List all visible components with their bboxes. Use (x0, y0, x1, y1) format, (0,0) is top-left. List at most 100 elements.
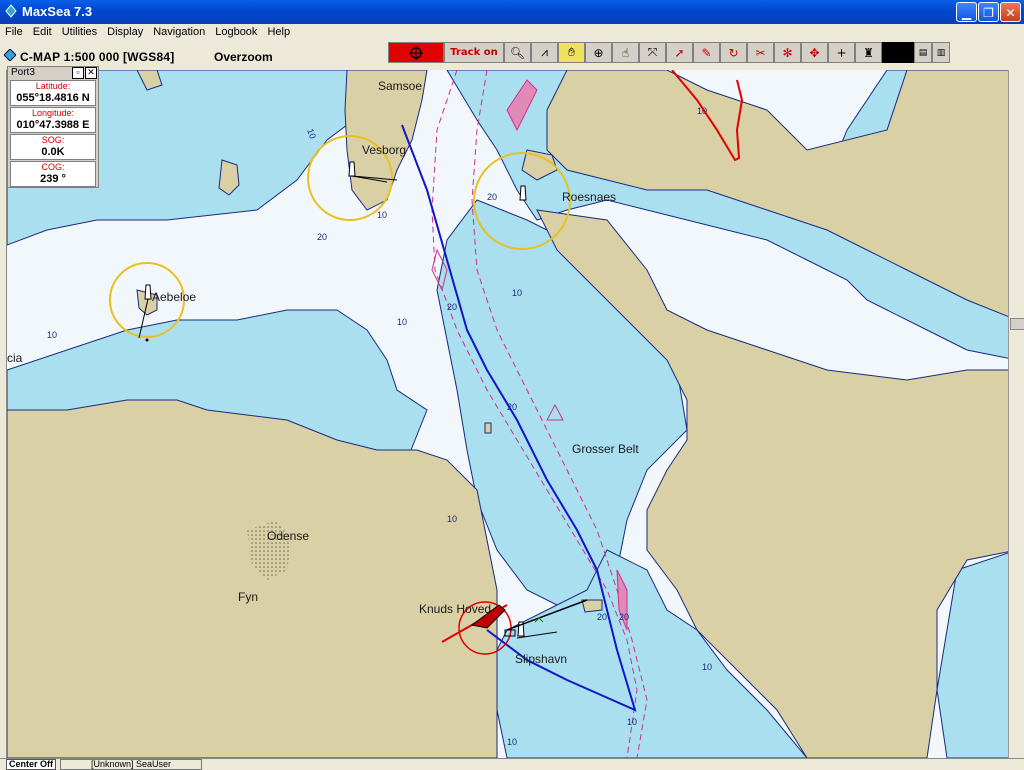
window-list-button[interactable]: ▥ (932, 42, 950, 63)
grab-button[interactable]: ☝︎ (612, 42, 639, 63)
longitude-label: Longitude: (31, 108, 75, 118)
zoom-button[interactable]: 🔍︎ (504, 42, 531, 63)
maxsea-app-icon (5, 4, 17, 18)
cut-button[interactable]: ✂ (747, 42, 774, 63)
pan-button[interactable]: ✋︎ (558, 42, 585, 63)
vertical-scrollbar[interactable] (1008, 70, 1024, 758)
menu-display[interactable]: Display (102, 24, 148, 38)
menu-navigation[interactable]: Navigation (148, 24, 210, 38)
restore-button[interactable]: ❐ (978, 2, 999, 22)
label-roesnaes: Roesnaes (562, 190, 616, 204)
chart-map[interactable]: 10 20 10 10 10 20 20 10 20 10 20 20 10 1… (7, 70, 1017, 758)
fyn-island (7, 399, 498, 758)
vesborg-lighthouse-icon (348, 161, 356, 177)
erase-button[interactable]: ✻ (774, 42, 801, 63)
monitor-icon: ▥ (936, 47, 946, 58)
hand-pointer-icon: ☝︎ (621, 45, 630, 60)
menu-help[interactable]: Help (262, 24, 295, 38)
left-frame-edge (0, 70, 7, 758)
aebelo-lighthouse-icon (144, 284, 152, 300)
cmap-icon (4, 49, 16, 61)
eraser-icon: ✻ (782, 45, 793, 60)
label-grosser-belt: Grosser Belt (572, 442, 639, 456)
label-cia: cia (7, 351, 23, 365)
svg-text:10: 10 (397, 317, 407, 327)
svg-text:10: 10 (702, 662, 712, 672)
svg-text:20: 20 (597, 612, 607, 622)
window-tile-button[interactable]: ▤ (914, 42, 932, 63)
svg-text:10: 10 (377, 210, 387, 220)
user-status: [Unknown] SeaUser (60, 759, 203, 770)
roesnaes-lighthouse-icon (519, 185, 527, 201)
hand-icon: ✋︎ (568, 45, 575, 59)
mob-button[interactable] (388, 42, 444, 63)
pencil-button[interactable]: ✎ (693, 42, 720, 63)
title-bar: MaxSea 7.3 ▁ ❐ ✕ (0, 0, 1024, 24)
sog-label: SOG: (41, 135, 65, 145)
label-slipshavn: Slipshavn (515, 652, 567, 666)
lighthouse-button[interactable]: ♜ (855, 42, 882, 63)
port-panel[interactable]: Port3 ▫ ✕ Latitude: 055°18.4816 N Longit… (7, 66, 99, 188)
svg-text:10: 10 (512, 288, 522, 298)
measure-button[interactable]: ⤧ (639, 42, 666, 63)
compass-button[interactable]: ⩘ (531, 42, 558, 63)
latitude-field: Latitude: 055°18.4816 N (10, 80, 96, 106)
status-bar: Center Off [Unknown] SeaUser (0, 758, 1024, 770)
port-panel-title: Port3 (11, 67, 35, 78)
sog-value: 0.0K (41, 146, 65, 158)
port-panel-minimize-button[interactable]: ▫ (72, 67, 84, 79)
target-icon (409, 45, 423, 60)
measure-icon: ⤧ (647, 45, 658, 59)
plus-icon: + (836, 45, 847, 60)
route-button[interactable]: ↻ (720, 42, 747, 63)
svg-text:10: 10 (627, 717, 637, 727)
menu-bar: File Edit Utilities Display Navigation Logboo… (0, 24, 1024, 42)
crosshair-icon: ⊕ (593, 45, 604, 60)
svg-text:20: 20 (317, 232, 327, 242)
label-odense: Odense (267, 529, 309, 543)
select-button[interactable]: ➚ (666, 42, 693, 63)
color-indicator (882, 42, 914, 63)
sog-field: SOG: 0.0K (10, 134, 96, 160)
longitude-field: Longitude: 010°47.3988 E (10, 107, 96, 133)
window-title: MaxSea 7.3 (22, 4, 93, 19)
center-button[interactable]: ⊕ (585, 42, 612, 63)
scrollbar-thumb[interactable] (1010, 318, 1024, 330)
svg-text:10: 10 (507, 737, 517, 747)
svg-text:20: 20 (487, 192, 497, 202)
track-on-button[interactable]: Track on (444, 42, 504, 63)
close-button[interactable]: ✕ (1000, 2, 1021, 22)
port-panel-header: Port3 ▫ ✕ (8, 67, 98, 79)
magnifier-icon: 🔍︎ (509, 45, 526, 60)
move-icon: ✥ (809, 45, 820, 60)
menu-edit[interactable]: Edit (28, 24, 57, 38)
main-toolbar: Track on 🔍︎ ⩘ ✋︎ ⊕ ☝︎ ⤧ ➚ ✎ ↻ ✂ ✻ ✥ + ♜ … (388, 42, 950, 64)
minimize-button[interactable]: ▁ (956, 2, 977, 22)
chart-canvas[interactable]: 10 20 10 10 10 20 20 10 20 10 20 20 10 1… (7, 70, 1017, 758)
center-toggle-button[interactable]: Center Off (6, 759, 57, 770)
move-button[interactable]: ✥ (801, 42, 828, 63)
label-fyn: Fyn (238, 590, 258, 604)
longitude-value: 010°47.3988 E (16, 119, 90, 131)
menu-file[interactable]: File (0, 24, 28, 38)
cog-value: 239 ° (40, 173, 66, 185)
port-panel-close-button[interactable]: ✕ (85, 67, 97, 79)
cross-button[interactable]: + (828, 42, 855, 63)
arrow-cursor-icon: ➚ (674, 45, 685, 60)
svg-text:10: 10 (47, 330, 57, 340)
label-samso: Samsoe (378, 79, 422, 93)
svg-text:20: 20 (619, 612, 629, 622)
window-icon: ▤ (918, 47, 928, 58)
cog-label: COG: (41, 162, 65, 172)
overzoom-indicator: Overzoom (214, 50, 273, 64)
menu-logbook[interactable]: Logbook (210, 24, 262, 38)
latitude-label: Latitude: (35, 81, 71, 91)
cog-field: COG: 239 ° (10, 161, 96, 187)
route-icon: ↻ (728, 45, 739, 60)
menu-utilities[interactable]: Utilities (57, 24, 102, 38)
scissors-icon: ✂ (755, 45, 766, 60)
chart-scale-title: C-MAP 1:500 000 [WGS84] (20, 50, 175, 64)
label-aebelo: Aebeloe (152, 290, 196, 304)
pencil-icon: ✎ (701, 45, 712, 60)
label-vesborg: Vesborg (362, 143, 406, 157)
